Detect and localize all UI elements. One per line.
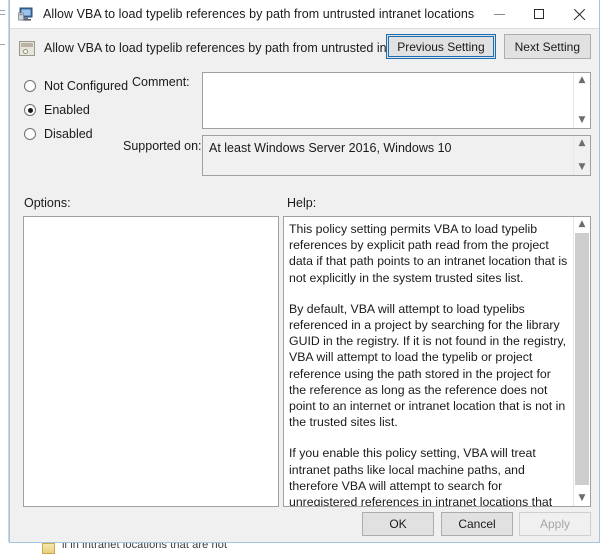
scroll-down-icon[interactable]: ▼: [574, 160, 590, 175]
help-paragraph: If you enable this policy setting, VBA w…: [289, 446, 553, 507]
help-text: This policy setting permits VBA to load …: [289, 221, 568, 507]
radio-label: Disabled: [44, 127, 93, 141]
radio-disabled[interactable]: Disabled: [24, 122, 134, 146]
supported-on-textbox: At least Windows Server 2016, Windows 10…: [202, 135, 591, 176]
options-label: Options:: [24, 196, 71, 210]
settings-region: Not Configured Enabled Disabled Comment:…: [10, 67, 599, 185]
scroll-down-icon[interactable]: ▼: [574, 491, 590, 506]
scroll-up-icon[interactable]: ▲: [574, 136, 590, 151]
previous-setting-button[interactable]: Previous Setting: [386, 34, 496, 59]
comment-label: Comment:: [132, 75, 190, 89]
apply-button: Apply: [519, 512, 591, 536]
policy-setting-icon: [19, 40, 35, 56]
window-controls: [479, 0, 599, 28]
title-bar: Allow VBA to load typelib references by …: [10, 0, 599, 29]
help-paragraph: By default, VBA will attempt to load typ…: [289, 301, 567, 430]
scrollbar-thumb[interactable]: [575, 233, 589, 485]
comment-textbox[interactable]: ▲ ▼: [202, 72, 591, 129]
minimize-button[interactable]: [479, 0, 519, 28]
radio-not-configured[interactable]: Not Configured: [24, 74, 134, 98]
radio-icon: [24, 80, 36, 92]
help-label: Help:: [287, 196, 317, 210]
background-window-row: ll in intranet locations that are not: [0, 542, 602, 556]
maximize-icon: [534, 9, 544, 19]
scroll-up-icon[interactable]: ▲: [574, 217, 590, 232]
dialog-footer: OK Cancel Apply: [10, 512, 599, 542]
help-panel: This policy setting permits VBA to load …: [283, 216, 591, 507]
background-window-sliver: [0, 0, 9, 556]
scroll-down-icon[interactable]: ▼: [574, 113, 590, 128]
close-button[interactable]: [559, 0, 599, 28]
radio-icon: [24, 104, 36, 116]
window-title: Allow VBA to load typelib references by …: [43, 7, 475, 21]
close-icon: [573, 8, 586, 21]
options-panel[interactable]: [23, 216, 279, 507]
cancel-button[interactable]: Cancel: [441, 512, 513, 536]
comment-scrollbar[interactable]: ▲ ▼: [573, 73, 590, 128]
maximize-button[interactable]: [519, 0, 559, 28]
policy-setting-dialog: Allow VBA to load typelib references by …: [9, 0, 600, 543]
minimize-icon: [493, 13, 505, 15]
background-row-text: ll in intranet locations that are not: [62, 542, 228, 551]
ok-button[interactable]: OK: [362, 512, 434, 536]
scroll-up-icon[interactable]: ▲: [574, 73, 590, 88]
radio-label: Enabled: [44, 103, 90, 117]
policy-header-bar: Allow VBA to load typelib references by …: [10, 29, 599, 67]
computer-monitor-icon: [18, 7, 35, 22]
next-setting-button[interactable]: Next Setting: [503, 34, 591, 59]
help-paragraph: This policy setting permits VBA to load …: [289, 222, 568, 285]
policy-state-radio-group: Not Configured Enabled Disabled: [24, 74, 134, 146]
supported-on-label: Supported on:: [123, 139, 202, 153]
radio-label: Not Configured: [44, 79, 129, 93]
folder-icon: [42, 543, 55, 554]
supported-on-scrollbar[interactable]: ▲ ▼: [573, 136, 590, 175]
help-scrollbar[interactable]: ▲ ▼: [573, 217, 590, 506]
radio-icon: [24, 128, 36, 140]
setting-navigation: Previous Setting Next Setting: [386, 34, 591, 59]
radio-enabled[interactable]: Enabled: [24, 98, 134, 122]
supported-on-value: At least Windows Server 2016, Windows 10: [209, 141, 452, 155]
